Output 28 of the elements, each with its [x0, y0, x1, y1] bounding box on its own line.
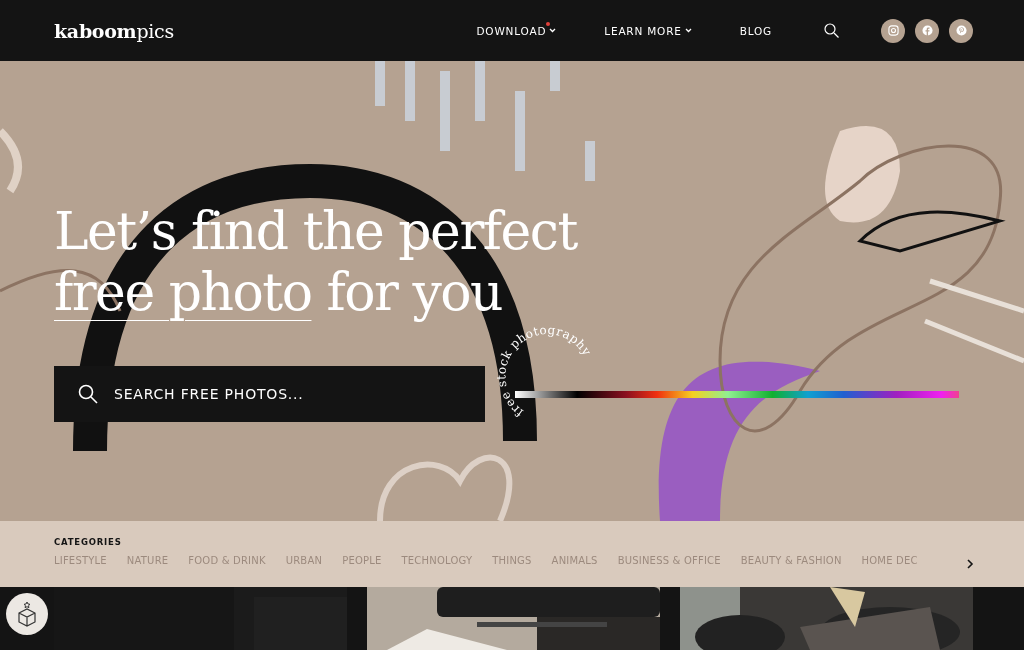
search-input[interactable]: SEARCH FREE PHOTOS... [112, 385, 416, 403]
category-link[interactable]: BUSINESS & OFFICE [617, 555, 721, 566]
search-bar[interactable]: SEARCH FREE PHOTOS... [54, 366, 485, 422]
category-link[interactable]: HOME DEC [861, 555, 918, 566]
category-link[interactable]: ANIMALS [551, 555, 598, 566]
category-link[interactable]: FOOD & DRINK [188, 555, 266, 566]
nav-link[interactable]: LEARN MORE [604, 24, 692, 37]
category-link[interactable]: BEAUTY & FASHION [740, 555, 842, 566]
gift-button[interactable] [6, 593, 48, 635]
logo[interactable]: kaboompics [54, 19, 174, 42]
category-link[interactable]: URBAN [285, 555, 323, 566]
nav-link[interactable]: DOWNLOAD [476, 24, 557, 37]
pinterest-icon [955, 25, 967, 36]
category-link[interactable]: NATURE [126, 555, 169, 566]
chevron-right-icon[interactable] [966, 559, 974, 569]
category-link[interactable]: THINGS [492, 555, 532, 566]
section-title: CATEGORIES [54, 537, 123, 547]
category-link[interactable]: PEOPLE [342, 555, 382, 566]
search-icon [78, 384, 98, 404]
category-link[interactable]: TECHNOLOGY [401, 555, 473, 566]
facebook-icon [921, 25, 933, 36]
nav-link[interactable]: BLOG [739, 24, 772, 37]
search-button[interactable] [824, 23, 839, 38]
social-button[interactable] [915, 18, 939, 43]
category-link[interactable]: LIFESTYLE [54, 555, 107, 566]
social-button[interactable] [949, 18, 973, 43]
social-button[interactable] [881, 18, 905, 43]
instagram-icon [887, 25, 899, 36]
